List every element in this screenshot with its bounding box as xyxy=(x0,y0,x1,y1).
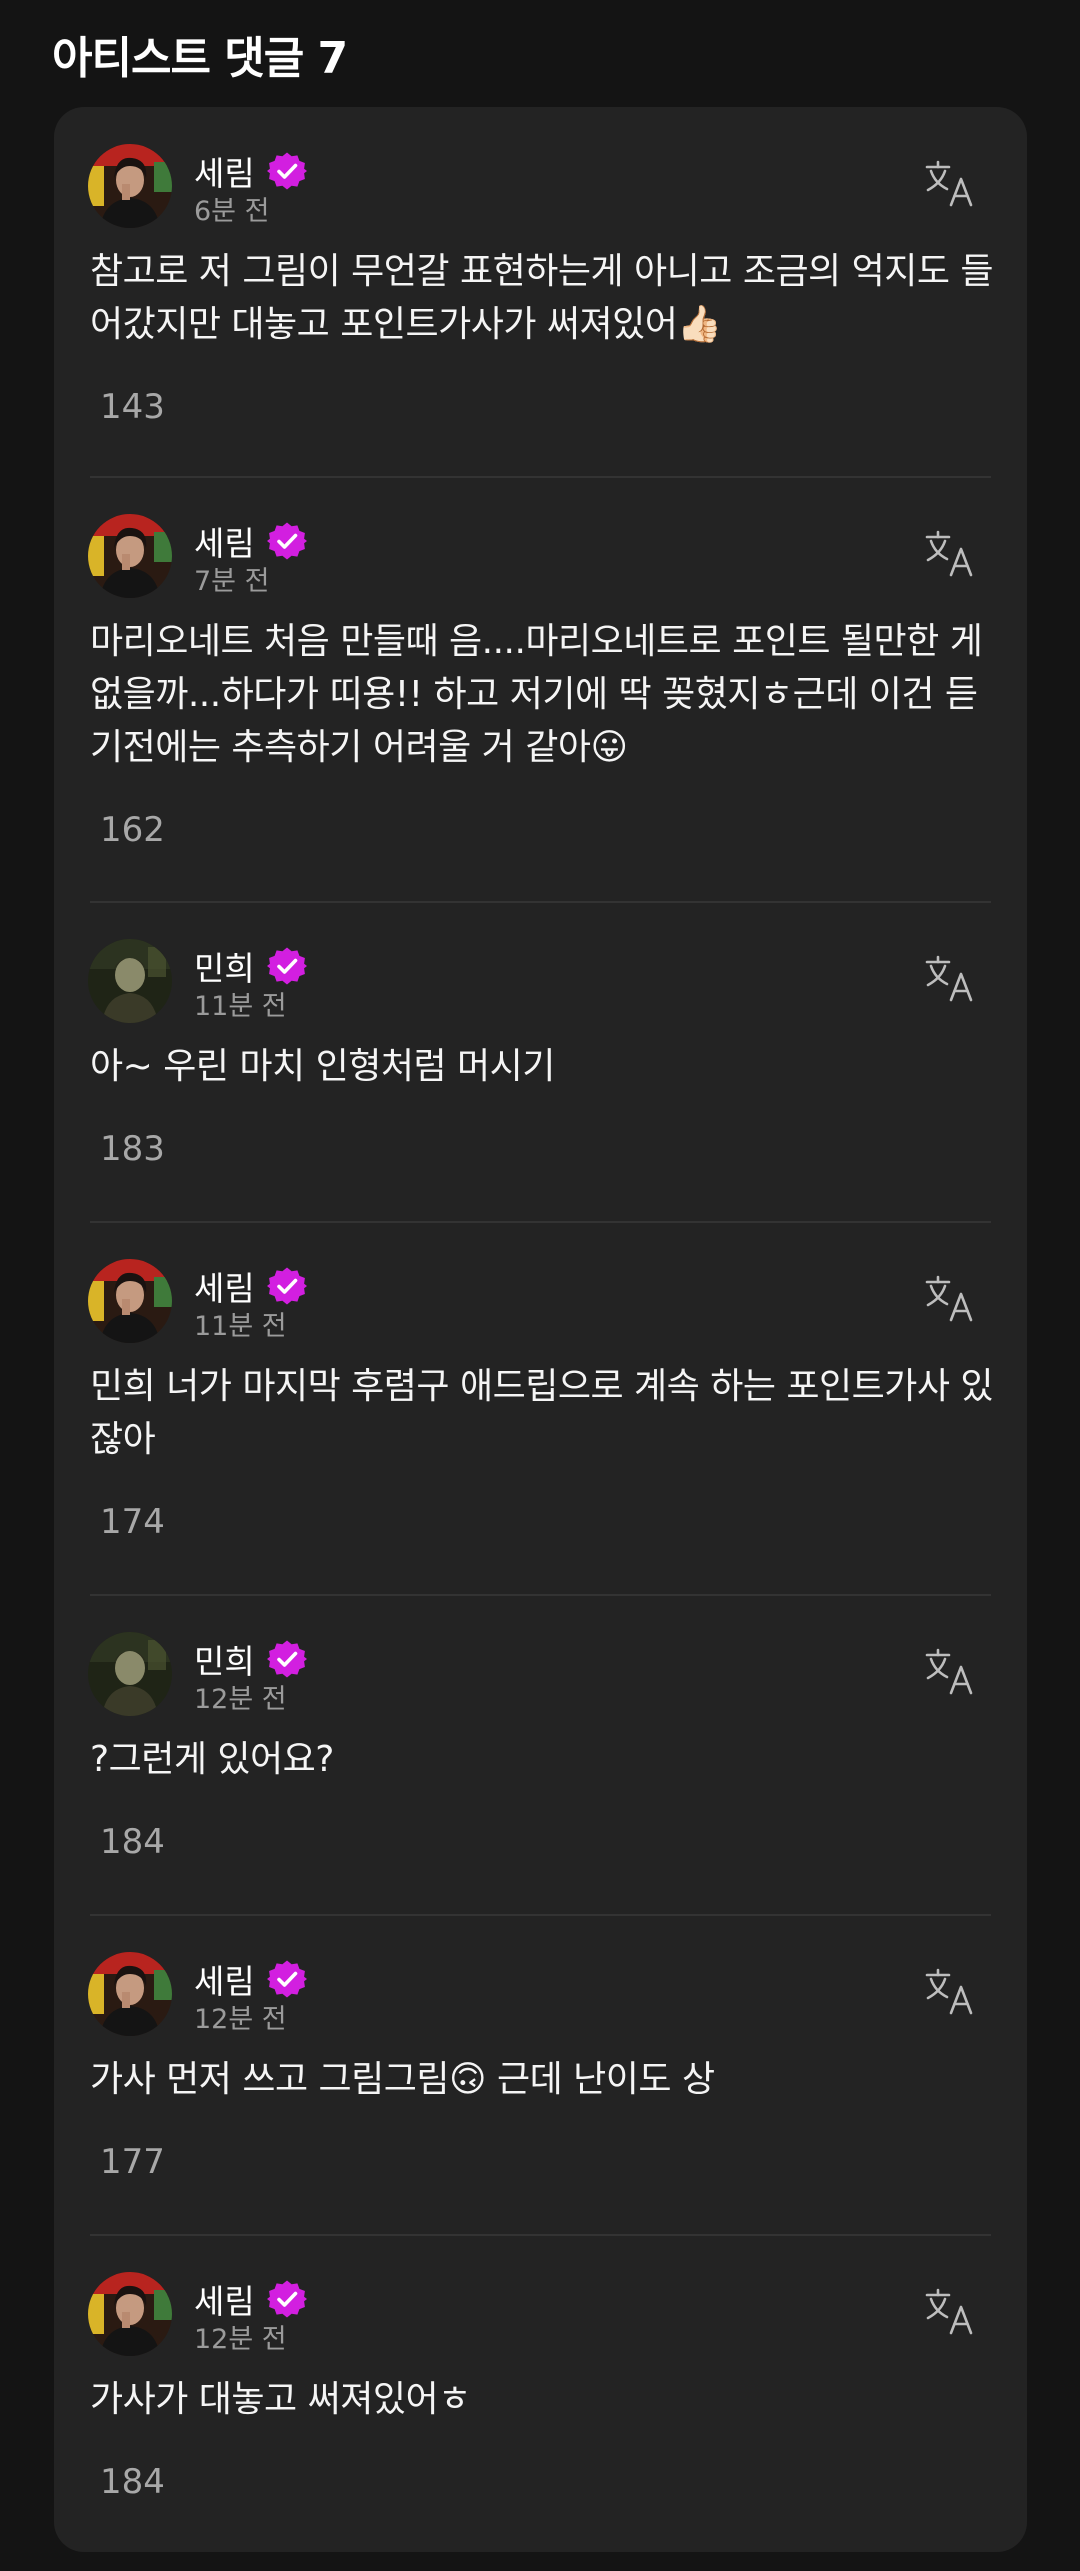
like-button[interactable]: 177 xyxy=(88,2142,165,2208)
translate-icon[interactable] xyxy=(923,1272,977,1326)
author-name[interactable]: 세림 xyxy=(194,517,255,565)
comment-text: 가사 먼저 쓰고 그림그림🙃 근데 난이도 상 xyxy=(90,2059,715,2100)
author-row: 세림 xyxy=(194,147,307,195)
verified-badge-icon xyxy=(266,2279,307,2319)
comment-time: 11분 전 xyxy=(194,1311,287,1342)
author-row: 세림 xyxy=(194,517,307,565)
translate-icon[interactable] xyxy=(923,157,977,211)
verified-badge-icon xyxy=(266,1266,307,1306)
author-name[interactable]: 민희 xyxy=(194,1635,255,1683)
like-count: 177 xyxy=(100,2142,165,2182)
verified-badge-icon xyxy=(266,1959,307,1999)
like-button[interactable]: 162 xyxy=(88,810,165,876)
avatar[interactable] xyxy=(88,939,172,1023)
like-count: 162 xyxy=(100,810,165,850)
verified-badge-icon xyxy=(266,946,307,986)
translate-icon[interactable] xyxy=(923,1965,977,2019)
comment-divider xyxy=(90,901,991,903)
author-row: 민희 xyxy=(194,942,307,990)
section-title: 아티스트 댓글 7 xyxy=(52,33,348,84)
comment-time: 6분 전 xyxy=(194,196,270,227)
like-count: 184 xyxy=(100,2462,165,2502)
comment-text: 참고로 저 그림이 무언갈 표현하는게 아니고 조금의 억지도 들어갔지만 대놓… xyxy=(90,251,994,345)
like-button[interactable]: 184 xyxy=(88,1822,165,1888)
author-name[interactable]: 세림 xyxy=(194,147,255,195)
comment-text: ?그런게 있어요? xyxy=(90,1739,334,1780)
author-name[interactable]: 세림 xyxy=(194,1955,255,2003)
comment-time: 12분 전 xyxy=(194,1684,287,1715)
like-button[interactable]: 174 xyxy=(88,1502,165,1568)
avatar[interactable] xyxy=(88,2272,172,2356)
author-name[interactable]: 민희 xyxy=(194,942,255,990)
like-button[interactable]: 143 xyxy=(88,387,165,453)
author-row: 민희 xyxy=(194,1635,307,1683)
comment-time: 11분 전 xyxy=(194,991,287,1022)
comment-divider xyxy=(90,1914,991,1916)
comment-text: 아~ 우린 마치 인형처럼 머시기 xyxy=(90,1046,555,1087)
comment-text: 민희 너가 마지막 후렴구 애드립으로 계속 하는 포인트가사 있잖아 xyxy=(90,1366,994,1460)
like-button[interactable]: 184 xyxy=(88,2462,165,2528)
like-count: 143 xyxy=(100,387,165,427)
like-count: 174 xyxy=(100,1502,165,1542)
comment-divider xyxy=(90,476,991,478)
comment-time: 12분 전 xyxy=(194,2004,287,2035)
like-count: 184 xyxy=(100,1822,165,1862)
comment-divider xyxy=(90,1221,991,1223)
avatar[interactable] xyxy=(88,1632,172,1716)
verified-badge-icon xyxy=(266,521,307,561)
author-row: 세림 xyxy=(194,2275,307,2323)
comment-time: 12분 전 xyxy=(194,2324,287,2355)
comment-text: 가사가 대놓고 써져있어ㅎ xyxy=(90,2379,471,2420)
translate-icon[interactable] xyxy=(923,1645,977,1699)
author-name[interactable]: 세림 xyxy=(194,2275,255,2323)
author-row: 세림 xyxy=(194,1955,307,2003)
like-count: 183 xyxy=(100,1129,165,1169)
translate-icon[interactable] xyxy=(923,527,977,581)
translate-icon[interactable] xyxy=(923,952,977,1006)
comment-text: 마리오네트 처음 만들때 음....마리오네트로 포인트 될만한 게 없을까..… xyxy=(90,621,983,768)
verified-badge-icon xyxy=(266,1639,307,1679)
comment-divider xyxy=(90,2234,991,2236)
author-name[interactable]: 세림 xyxy=(194,1262,255,1310)
avatar[interactable] xyxy=(88,1952,172,2036)
comment-divider xyxy=(90,1594,991,1596)
translate-icon[interactable] xyxy=(923,2285,977,2339)
comment-time: 7분 전 xyxy=(194,566,270,597)
like-button[interactable]: 183 xyxy=(88,1129,165,1195)
avatar[interactable] xyxy=(88,1259,172,1343)
artist-comments-card: 세림 6분 전 참고로 저 그림이 무언갈 표현하는게 아니고 조금의 억지도 들어… xyxy=(54,107,1027,2552)
avatar[interactable] xyxy=(88,144,172,228)
avatar[interactable] xyxy=(88,514,172,598)
author-row: 세림 xyxy=(194,1262,307,1310)
verified-badge-icon xyxy=(266,151,307,191)
